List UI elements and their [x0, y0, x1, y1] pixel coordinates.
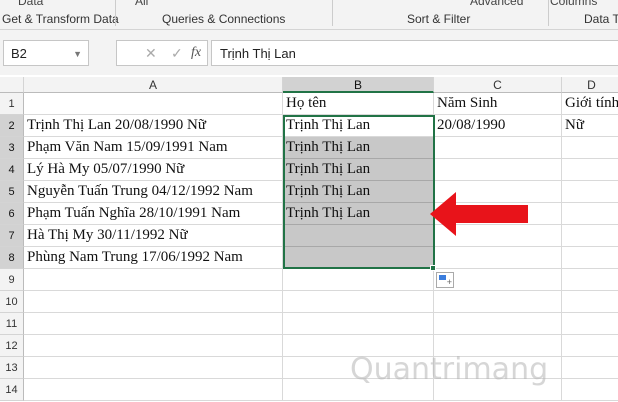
red-arrow-icon — [430, 192, 528, 236]
cell-d2[interactable]: Nữ — [562, 115, 618, 137]
row-header[interactable]: 4 — [0, 159, 24, 181]
ribbon: Data All Advanced Columns Get & Transfor… — [0, 0, 618, 30]
row-header[interactable]: 5 — [0, 181, 24, 203]
row-header[interactable]: 14 — [0, 379, 24, 401]
cell-d9[interactable] — [562, 269, 618, 291]
quick-analysis-icon[interactable]: + — [436, 272, 454, 288]
formula-buttons: ✕ ✓ fx — [116, 40, 208, 66]
cell-b1[interactable]: Họ tên — [283, 93, 434, 115]
cell-b6[interactable]: Trịnh Thị Lan — [283, 203, 434, 225]
row-header[interactable]: 11 — [0, 313, 24, 335]
cell-b3[interactable]: Trịnh Thị Lan — [283, 137, 434, 159]
cell-a13[interactable] — [24, 357, 283, 379]
cell-b4[interactable]: Trịnh Thị Lan — [283, 159, 434, 181]
group-queries: Queries & Connections — [162, 12, 286, 26]
group-sort-filter: Sort & Filter — [407, 12, 471, 26]
column-header-d[interactable]: D — [562, 77, 618, 93]
group-get-transform: Get & Transform Data — [2, 12, 119, 26]
cell-a8[interactable]: Phùng Nam Trung 17/06/1992 Nam — [24, 247, 283, 269]
cell-a11[interactable] — [24, 313, 283, 335]
cell-c11[interactable] — [434, 313, 562, 335]
cell-d6[interactable] — [562, 203, 618, 225]
cell-b9[interactable] — [283, 269, 434, 291]
cell-d5[interactable] — [562, 181, 618, 203]
cell-c1[interactable]: Năm Sinh — [434, 93, 562, 115]
formula-input[interactable]: Trịnh Thị Lan — [211, 40, 618, 66]
cell-d10[interactable] — [562, 291, 618, 313]
cell-d12[interactable] — [562, 335, 618, 357]
text-to-columns-button[interactable]: Columns — [550, 0, 597, 8]
row-header[interactable]: 6 — [0, 203, 24, 225]
function-icon[interactable]: fx — [191, 45, 201, 61]
cell-b11[interactable] — [283, 313, 434, 335]
cell-a12[interactable] — [24, 335, 283, 357]
refresh-all-button[interactable]: All — [135, 0, 148, 8]
cell-a4[interactable]: Lý Hà My 05/07/1990 Nữ — [24, 159, 283, 181]
chevron-down-icon[interactable]: ▼ — [73, 49, 82, 59]
cell-b5[interactable]: Trịnh Thị Lan — [283, 181, 434, 203]
cell-c2[interactable]: 20/08/1990 — [434, 115, 562, 137]
get-data-button[interactable]: Data — [18, 0, 43, 8]
cell-d4[interactable] — [562, 159, 618, 181]
cell-a6[interactable]: Phạm Tuấn Nghĩa 28/10/1991 Nam — [24, 203, 283, 225]
select-all-corner[interactable] — [0, 77, 24, 93]
cell-b8[interactable] — [283, 247, 434, 269]
cell-d11[interactable] — [562, 313, 618, 335]
advanced-button[interactable]: Advanced — [470, 0, 523, 8]
enter-icon[interactable]: ✓ — [171, 45, 183, 62]
cell-d8[interactable] — [562, 247, 618, 269]
cell-b2[interactable]: Trịnh Thị Lan — [283, 115, 434, 137]
name-box[interactable]: B2 ▼ — [3, 40, 89, 66]
column-header-b[interactable]: B — [283, 77, 434, 93]
row-header[interactable]: 1 — [0, 93, 24, 115]
cell-a14[interactable] — [24, 379, 283, 401]
cell-d3[interactable] — [562, 137, 618, 159]
fill-handle[interactable] — [430, 265, 436, 271]
cell-a1[interactable] — [24, 93, 283, 115]
row-header[interactable]: 7 — [0, 225, 24, 247]
cell-c3[interactable] — [434, 137, 562, 159]
cell-c4[interactable] — [434, 159, 562, 181]
cell-b7[interactable] — [283, 225, 434, 247]
cell-d7[interactable] — [562, 225, 618, 247]
group-data-tools: Data Tools — [584, 12, 618, 26]
cell-c8[interactable] — [434, 247, 562, 269]
watermark: Quantrimang — [350, 352, 549, 387]
cell-a2[interactable]: Trịnh Thị Lan 20/08/1990 Nữ — [24, 115, 283, 137]
cell-a9[interactable] — [24, 269, 283, 291]
row-header[interactable]: 3 — [0, 137, 24, 159]
row-header[interactable]: 12 — [0, 335, 24, 357]
row-header[interactable]: 10 — [0, 291, 24, 313]
cell-a7[interactable]: Hà Thị My 30/11/1992 Nữ — [24, 225, 283, 247]
cell-a3[interactable]: Phạm Văn Nam 15/09/1991 Nam — [24, 137, 283, 159]
row-header[interactable]: 2 — [0, 115, 24, 137]
row-header[interactable]: 8 — [0, 247, 24, 269]
cell-a5[interactable]: Nguyễn Tuấn Trung 04/12/1992 Nam — [24, 181, 283, 203]
name-box-value: B2 — [11, 46, 27, 61]
row-header[interactable]: 13 — [0, 357, 24, 379]
row-header[interactable]: 9 — [0, 269, 24, 291]
cell-c10[interactable] — [434, 291, 562, 313]
cell-a10[interactable] — [24, 291, 283, 313]
column-header-a[interactable]: A — [24, 77, 283, 93]
cell-d13[interactable] — [562, 357, 618, 379]
column-header-c[interactable]: C — [434, 77, 562, 93]
cell-d1[interactable]: Giới tính — [562, 93, 618, 115]
cancel-icon[interactable]: ✕ — [145, 45, 157, 62]
cell-b10[interactable] — [283, 291, 434, 313]
cell-d14[interactable] — [562, 379, 618, 401]
